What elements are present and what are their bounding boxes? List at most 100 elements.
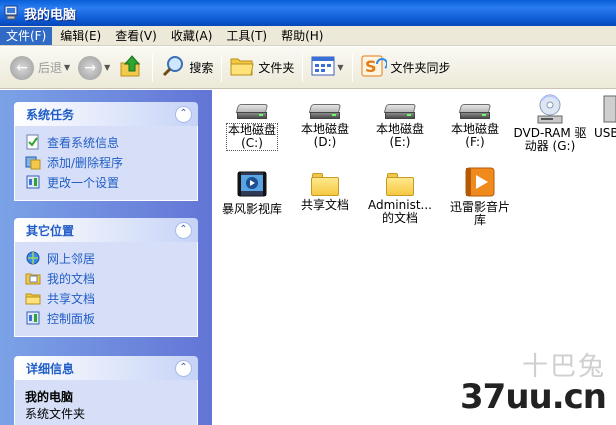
drive-e[interactable]: 本地磁盘 (E:) [360, 96, 440, 149]
menu-view[interactable]: 查看(V) [109, 27, 163, 45]
folders-label: 文件夹 [258, 61, 295, 75]
place-label: 网上邻居 [47, 251, 96, 266]
system-tasks-header[interactable]: 系统任务 ⌃ [14, 102, 198, 126]
control-panel-icon [25, 310, 41, 326]
drive-letter: (F:) [465, 135, 485, 149]
back-button[interactable]: ← 后退 ▼ [6, 52, 74, 84]
title-bar: 我的电脑 [0, 0, 616, 26]
task-change-setting[interactable]: 更改一个设置 [25, 172, 189, 192]
drive-label: 本地磁盘 (C:) [225, 123, 278, 151]
menu-help[interactable]: 帮助(H) [275, 27, 329, 45]
details-title: 详细信息 [26, 361, 75, 376]
search-label: 搜索 [189, 61, 214, 75]
place-my-documents[interactable]: 我的文档 [25, 268, 189, 288]
item-label: 暴风影视库 [221, 202, 282, 216]
xunlei-player-icon [464, 166, 496, 198]
documents-folder-icon [25, 270, 41, 286]
system-tasks-panel: 系统任务 ⌃ 查看系统信息 添加/删除程序 更改一个设置 [14, 102, 198, 201]
network-icon [25, 250, 41, 266]
drive-letter: (C:) [241, 136, 263, 150]
drive-c[interactable]: 本地磁盘 (C:) [212, 96, 292, 151]
admin-documents[interactable]: Administ... 的文档 [360, 168, 440, 225]
task-label: 查看系统信息 [47, 135, 120, 150]
up-folder-icon [118, 53, 144, 82]
drive-letter: (D:) [313, 135, 337, 149]
details-body: 我的电脑 系统文件夹 [14, 380, 198, 425]
search-icon [161, 54, 185, 81]
toolbar-separator [152, 53, 154, 82]
shared-documents[interactable]: 共享文档 [285, 168, 365, 212]
back-arrow-icon: ← [10, 55, 34, 80]
watermark-en: 37uu.cn [460, 377, 607, 417]
menu-tools[interactable]: 工具(T) [220, 27, 273, 45]
folders-button[interactable]: 文件夹 [226, 52, 298, 84]
place-shared-documents[interactable]: 共享文档 [25, 288, 189, 308]
drive-f[interactable]: 本地磁盘 (F:) [435, 96, 515, 149]
search-button[interactable]: 搜索 [157, 52, 217, 84]
details-name: 我的电脑 [25, 390, 74, 404]
collapse-icon[interactable]: ⌃ [175, 221, 192, 239]
toolbar-separator [351, 53, 353, 82]
control-panel-icon [25, 174, 41, 190]
folder-icon [311, 172, 339, 196]
toolbar-separator [221, 53, 223, 82]
folder-sync-button[interactable]: S 文件夹同步 [357, 52, 455, 84]
chevron-down-icon[interactable]: ▼ [104, 63, 110, 72]
menu-file[interactable]: 文件(F) [0, 26, 53, 45]
drive-letter: (E:) [389, 135, 411, 149]
task-label: 添加/删除程序 [47, 155, 124, 170]
svg-text:S: S [365, 57, 377, 76]
hard-drive-icon [458, 104, 492, 120]
details-panel: 详细信息 ⌃ 我的电脑 系统文件夹 [14, 356, 198, 425]
task-add-remove-programs[interactable]: 添加/删除程序 [25, 152, 189, 172]
place-network[interactable]: 网上邻居 [25, 248, 189, 268]
place-label: 我的文档 [47, 271, 96, 286]
forward-button[interactable]: → ▼ [74, 52, 114, 84]
annotation-arrow-icon [526, 90, 606, 94]
drive-letter: 动器 (G:) [524, 139, 576, 153]
other-places-title: 其它位置 [26, 223, 75, 238]
forward-arrow-icon: → [78, 55, 103, 80]
details-header[interactable]: 详细信息 ⌃ [14, 356, 198, 380]
system-info-icon [25, 134, 41, 150]
item-label-line2: 的文档 [381, 211, 418, 225]
collapse-icon[interactable]: ⌃ [175, 105, 192, 123]
toolbar: ← 后退 ▼ → ▼ 搜索 文件夹 ▼ S 文件夹同步 [0, 47, 616, 89]
chevron-down-icon[interactable]: ▼ [337, 63, 343, 72]
watermark: 十巴兔 37uu.cn [460, 346, 607, 417]
menu-edit[interactable]: 编辑(E) [54, 27, 107, 45]
hard-drive-icon [235, 104, 269, 120]
other-places-header[interactable]: 其它位置 ⌃ [14, 218, 198, 242]
chevron-down-icon[interactable]: ▼ [64, 63, 70, 72]
collapse-icon[interactable]: ⌃ [175, 359, 192, 377]
drive-d[interactable]: 本地磁盘 (D:) [285, 96, 365, 149]
task-pane: 系统任务 ⌃ 查看系统信息 添加/删除程序 更改一个设置 其它位置 ⌃ 网上邻居… [0, 90, 212, 425]
window-title: 我的电脑 [24, 7, 77, 23]
task-label: 更改一个设置 [47, 175, 120, 190]
storm-video-library[interactable]: 暴风影视库 [212, 168, 292, 216]
menu-favorites[interactable]: 收藏(A) [165, 27, 219, 45]
place-control-panel[interactable]: 控制面板 [25, 308, 189, 328]
up-button[interactable] [114, 52, 148, 84]
usb-drive[interactable]: USB [582, 94, 616, 140]
system-tasks-body: 查看系统信息 添加/删除程序 更改一个设置 [14, 126, 198, 201]
folder-icon [25, 290, 41, 306]
video-library-icon [236, 168, 268, 200]
task-view-system-info[interactable]: 查看系统信息 [25, 132, 189, 152]
dvd-drive-g[interactable]: DVD-RAM 驱 动器 (G:) [510, 94, 590, 153]
xunlei-video-library[interactable]: 迅雷影音片 库 [440, 166, 520, 227]
other-places-body: 网上邻居 我的文档 共享文档 控制面板 [14, 242, 198, 337]
folder-icon [386, 172, 414, 196]
add-remove-programs-icon [25, 154, 41, 170]
menu-bar: 文件(F) 编辑(E) 查看(V) 收藏(A) 工具(T) 帮助(H) [0, 26, 616, 46]
item-label-line2: 库 [473, 213, 486, 227]
back-label: 后退 [38, 61, 63, 75]
toolbar-separator [302, 53, 304, 82]
hard-drive-icon [383, 104, 417, 120]
other-places-panel: 其它位置 ⌃ 网上邻居 我的文档 共享文档 控制面板 [14, 218, 198, 337]
hard-drive-icon [308, 104, 342, 120]
sync-icon: S [361, 54, 388, 81]
views-icon [311, 56, 335, 79]
item-label: 共享文档 [300, 198, 349, 212]
views-button[interactable]: ▼ [307, 52, 347, 84]
